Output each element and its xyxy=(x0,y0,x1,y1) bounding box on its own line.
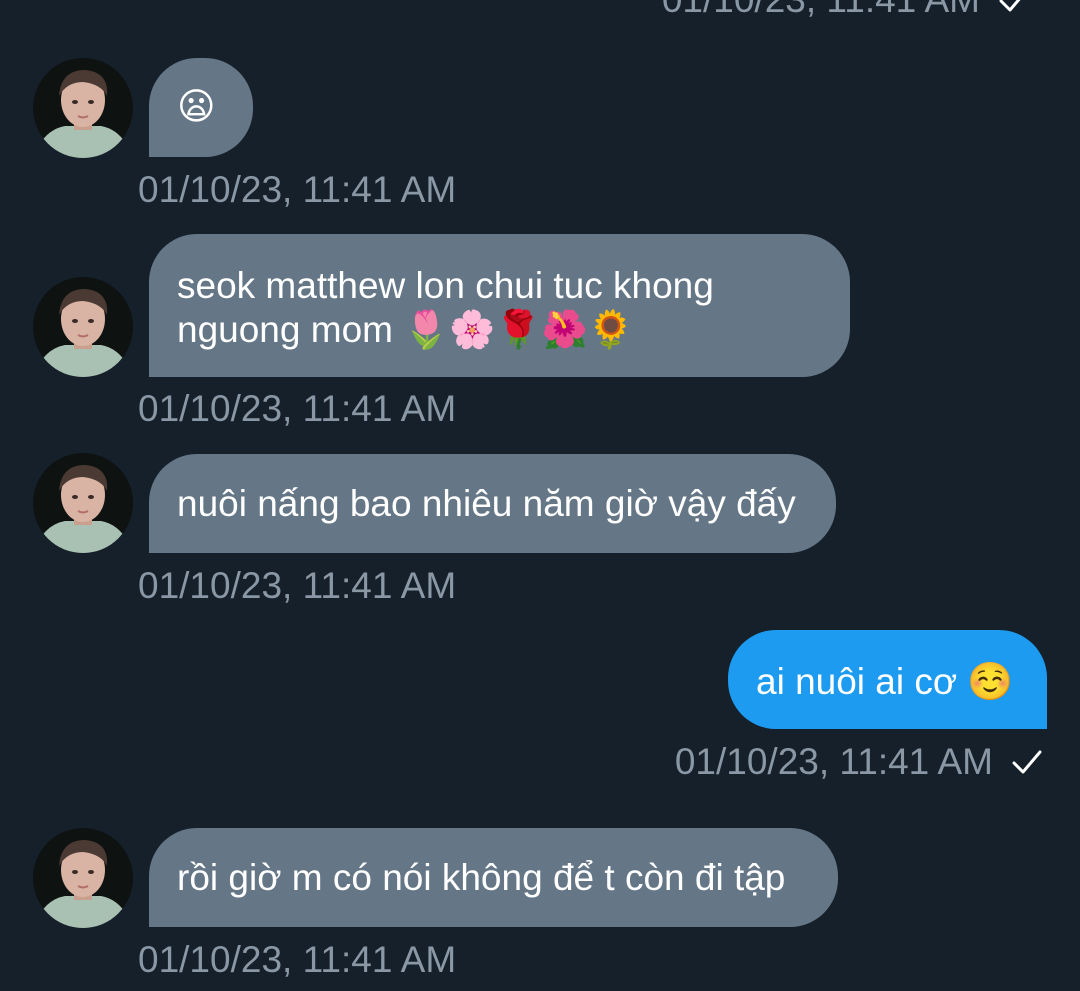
message-text: 😦 xyxy=(177,85,216,128)
avatar[interactable] xyxy=(33,828,133,928)
avatar[interactable] xyxy=(33,58,133,158)
check-icon xyxy=(1011,748,1043,776)
message-timestamp: 01/10/23, 11:41 AM xyxy=(138,938,456,982)
incoming-message-bubble[interactable]: 😦 xyxy=(149,58,253,157)
incoming-message-bubble[interactable]: rồi giờ m có nói không để t còn đi tập xyxy=(149,828,838,927)
check-icon xyxy=(998,0,1030,14)
message-text: rồi giờ m có nói không để t còn đi tập xyxy=(177,857,786,898)
message-text: ai nuôi ai cơ ☺️ xyxy=(756,661,1014,702)
avatar[interactable] xyxy=(33,277,133,377)
message-timestamp-top: 01/10/23, 11:41 AM xyxy=(662,0,1030,22)
avatar[interactable] xyxy=(33,453,133,553)
timestamp-text: 01/10/23, 11:41 AM xyxy=(138,939,457,980)
incoming-message-bubble[interactable]: nuôi nấng bao nhiêu năm giờ vậy đấy xyxy=(149,454,836,553)
timestamp-text: 01/10/23, 11:41 AM xyxy=(138,388,457,429)
timestamp-text: 01/10/23, 11:41 AM xyxy=(662,0,980,22)
timestamp-text: 01/10/23, 11:41 AM xyxy=(674,741,993,782)
message-timestamp: 01/10/23, 11:41 AM xyxy=(138,387,456,431)
message-text: seok matthew lon chui tuc khong nguong m… xyxy=(177,265,714,350)
chat-thread: 01/10/23, 11:41 AM 😦 01/10/23, 11:41 AM xyxy=(0,0,1080,991)
timestamp-text: 01/10/23, 11:41 AM xyxy=(138,169,457,210)
message-timestamp: 01/10/23, 11:41 AM xyxy=(138,564,456,608)
incoming-message-bubble[interactable]: seok matthew lon chui tuc khong nguong m… xyxy=(149,234,850,377)
outgoing-message-bubble[interactable]: ai nuôi ai cơ ☺️ xyxy=(728,630,1047,729)
message-timestamp: 01/10/23, 11:41 AM xyxy=(138,168,456,212)
message-timestamp: 01/10/23, 11:41 AM xyxy=(675,740,1043,784)
message-text: nuôi nấng bao nhiêu năm giờ vậy đấy xyxy=(177,483,796,524)
timestamp-text: 01/10/23, 11:41 AM xyxy=(138,565,457,606)
